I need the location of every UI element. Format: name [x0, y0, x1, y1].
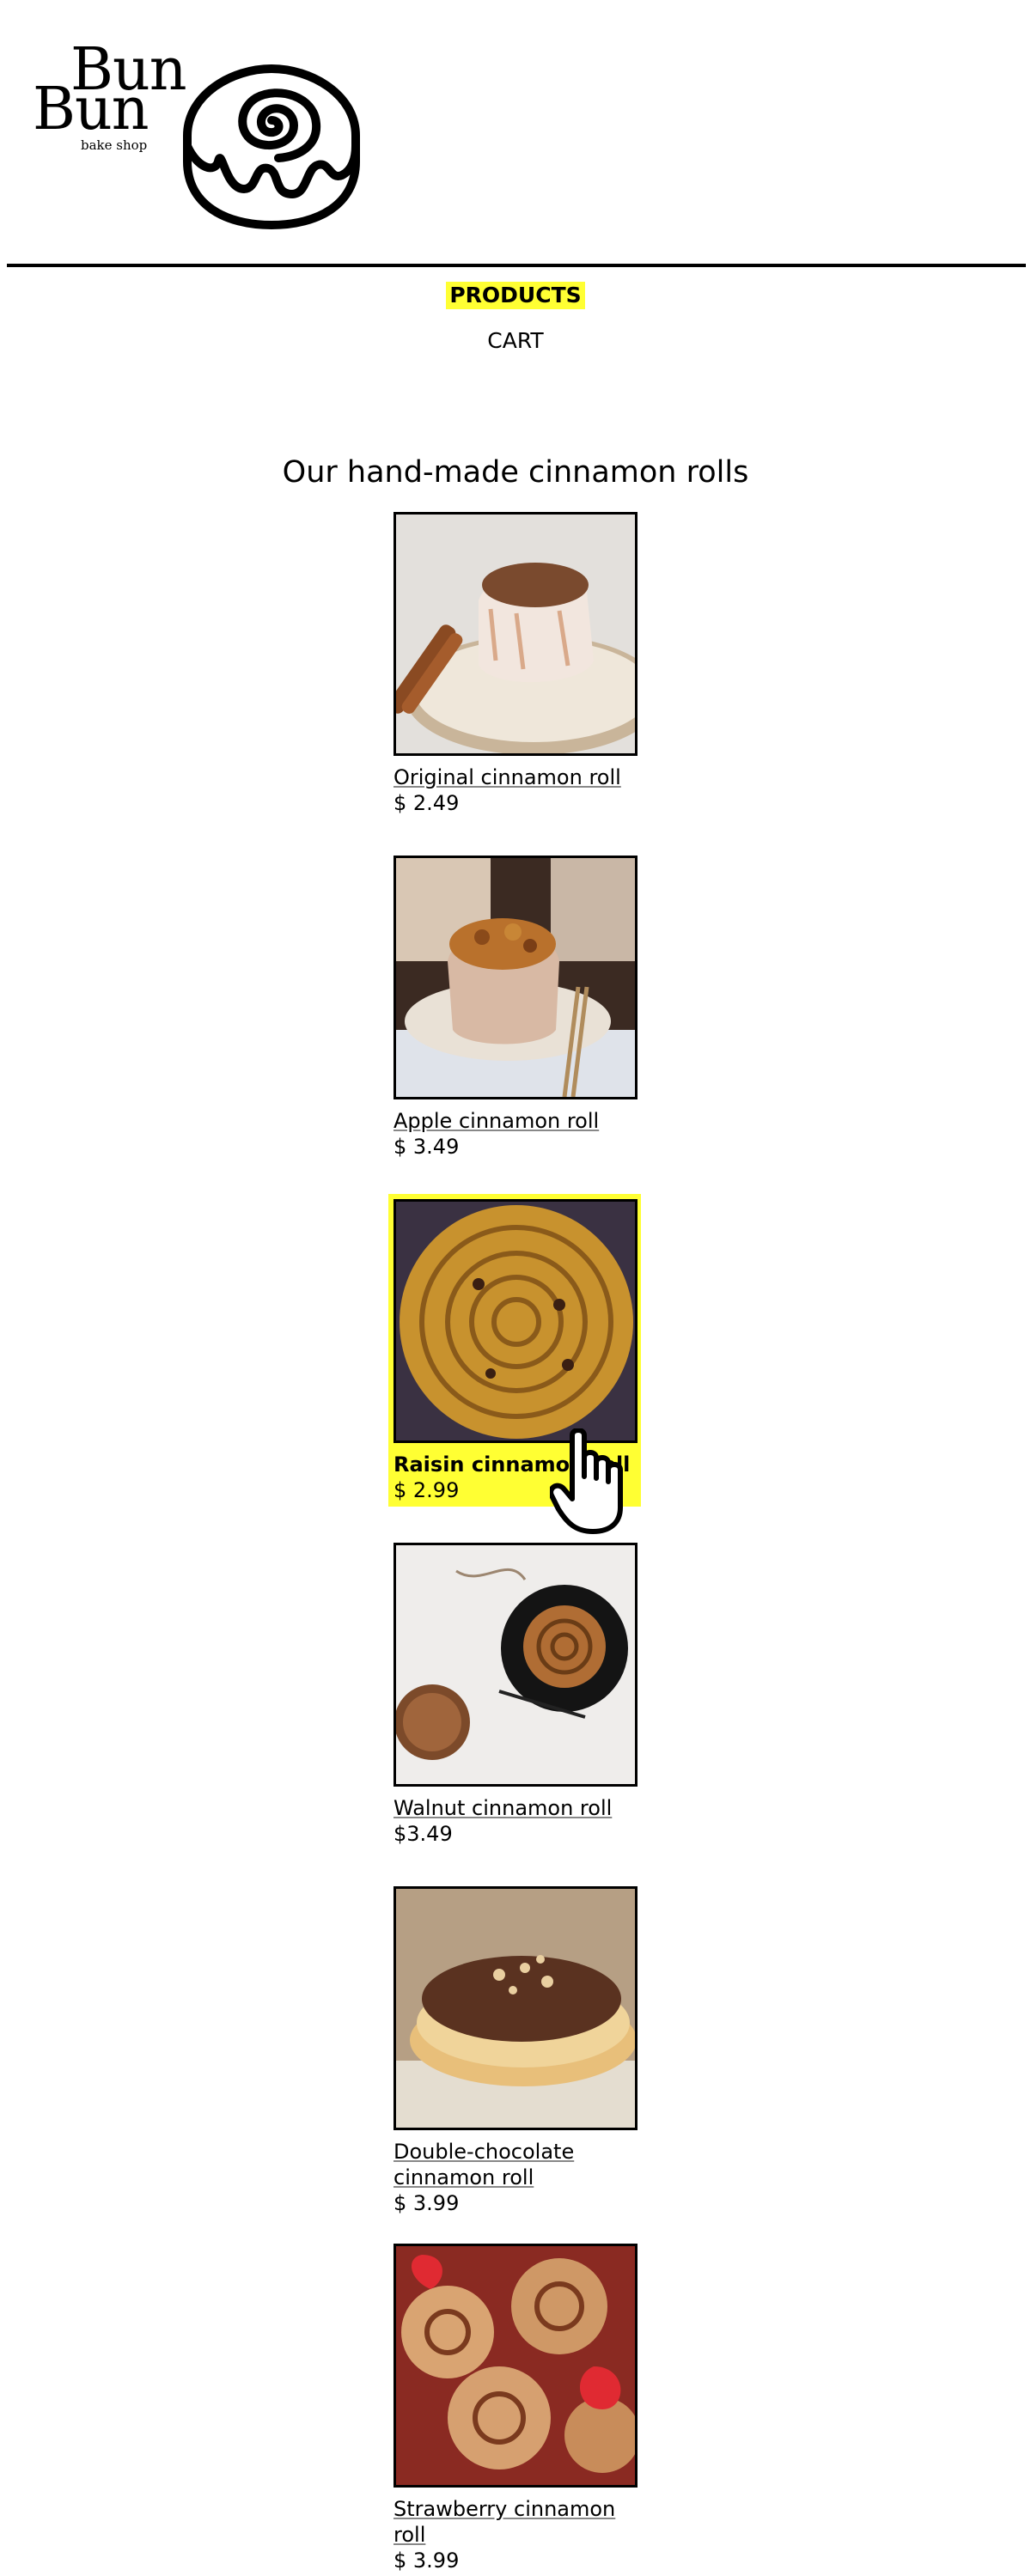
cinnamon-roll-logo-icon	[183, 64, 360, 230]
product-card-apple[interactable]: Apple cinnamon roll $ 3.49	[393, 856, 638, 1160]
cinnamon-roll-photo-icon	[396, 858, 635, 1097]
site-header: Bun Bun bake shop	[0, 0, 1031, 258]
hand-pointer-icon	[550, 1428, 623, 1534]
cinnamon-roll-photo-icon	[396, 1545, 635, 1784]
cinnamon-roll-photo-icon	[396, 1202, 635, 1440]
product-name[interactable]: Original cinnamon roll	[393, 764, 638, 790]
product-price: $3.49	[393, 1822, 453, 1846]
product-card-original[interactable]: Original cinnamon roll $ 2.49	[393, 512, 638, 816]
product-name[interactable]: Walnut cinnamon roll	[393, 1795, 638, 1821]
product-name[interactable]: Apple cinnamon roll	[393, 1108, 638, 1134]
logo-word-2: Bun	[33, 76, 149, 143]
product-card-walnut[interactable]: Walnut cinnamon roll $3.49	[393, 1543, 638, 1847]
product-image[interactable]	[393, 512, 638, 756]
product-image[interactable]	[393, 1886, 638, 2130]
product-price: $ 3.49	[393, 1135, 460, 1159]
product-name[interactable]: Strawberry cinnamon roll	[393, 2496, 638, 2548]
product-image[interactable]	[393, 1543, 638, 1787]
product-price: $ 3.99	[393, 2191, 460, 2215]
product-price: $ 2.49	[393, 791, 460, 815]
header-divider	[7, 264, 1026, 267]
product-card-strawberry[interactable]: Strawberry cinnamon roll $ 3.99	[393, 2244, 638, 2573]
main-nav: PRODUCTS CART	[0, 282, 1031, 354]
cinnamon-roll-photo-icon	[396, 2246, 635, 2485]
page-heading: Our hand-made cinnamon rolls	[282, 455, 749, 490]
cinnamon-roll-photo-icon	[396, 515, 635, 753]
cinnamon-roll-photo-icon	[396, 1889, 635, 2128]
product-card-double-chocolate[interactable]: Double-chocolate cinnamon roll $ 3.99	[393, 1886, 638, 2216]
product-image[interactable]	[393, 856, 638, 1099]
product-image[interactable]	[393, 1199, 638, 1443]
product-name[interactable]: Double-chocolate cinnamon roll	[393, 2139, 638, 2190]
product-image[interactable]	[393, 2244, 638, 2488]
logo-tagline: bake shop	[81, 137, 148, 153]
product-price: $ 3.99	[393, 2549, 460, 2573]
nav-products-link[interactable]: PRODUCTS	[446, 282, 585, 309]
nav-cart-link[interactable]: CART	[487, 328, 543, 354]
